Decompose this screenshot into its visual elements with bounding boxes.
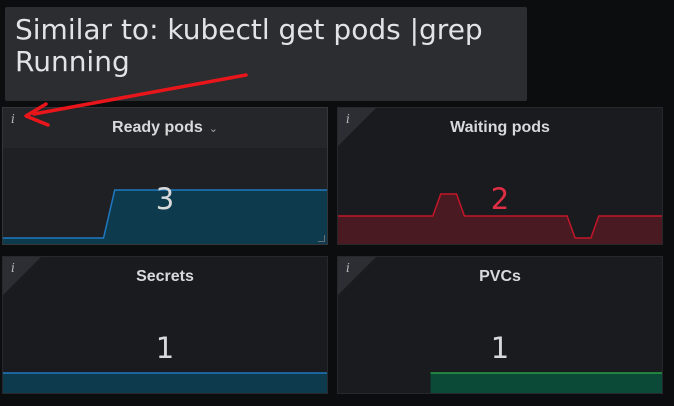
pvcs-value: 1 — [490, 331, 510, 365]
waiting-pods-value: 2 — [490, 182, 510, 216]
secrets-value: 1 — [155, 331, 175, 365]
ready-pods-value: 3 — [155, 182, 175, 216]
